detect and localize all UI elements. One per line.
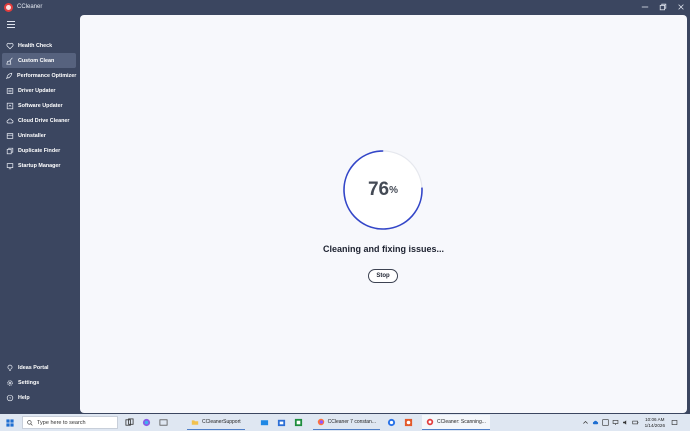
minimize-icon xyxy=(641,6,649,8)
startup-icon xyxy=(5,161,14,170)
network-icon[interactable] xyxy=(612,419,619,426)
software-updater-icon xyxy=(5,101,14,110)
taskbar-store-button[interactable] xyxy=(276,417,288,429)
sidebar-item-label: Startup Manager xyxy=(18,162,61,169)
sidebar-item-ideas-portal[interactable]: Ideas Portal xyxy=(2,360,76,375)
clock[interactable]: 10:06 AM 1/14/2026 xyxy=(645,417,665,429)
sidebar-item-help[interactable]: ? Help xyxy=(2,390,76,405)
minimize-button[interactable] xyxy=(636,0,654,14)
mail-icon xyxy=(261,420,269,426)
main-panel: 76 % Cleaning and fixing issues... Stop xyxy=(80,15,687,413)
maximize-button[interactable] xyxy=(654,0,672,14)
taskbar-spreadsheet-button[interactable] xyxy=(293,417,305,429)
sidebar-item-software-updater[interactable]: Software Updater xyxy=(2,98,76,113)
sidebar-item-startup-manager[interactable]: Startup Manager xyxy=(2,158,76,173)
clock-date: 1/14/2026 xyxy=(644,422,665,428)
taskbar-chrome-button[interactable] xyxy=(385,417,397,429)
sidebar-item-label: Performance Optimizer xyxy=(17,72,77,79)
sidebar-item-label: Software Updater xyxy=(18,102,63,109)
taskbar: Type here to search CCleanerSupport CCle… xyxy=(0,414,690,431)
taskbar-app-label: CCleaner: Scanning... xyxy=(437,419,486,425)
sidebar-item-cloud-drive-cleaner[interactable]: Cloud Drive Cleaner xyxy=(2,113,76,128)
taskbar-app-ccleaner-support[interactable]: CCleanerSupport xyxy=(187,415,245,430)
broom-icon xyxy=(5,56,14,65)
sidebar-item-label: Help xyxy=(18,394,30,401)
cloud-sync-icon[interactable] xyxy=(592,419,599,426)
copilot-button[interactable] xyxy=(140,417,152,429)
sidebar-bottom-nav: Ideas Portal Settings ? Help xyxy=(2,360,76,405)
app-window-icon xyxy=(158,419,168,426)
folder-icon xyxy=(191,420,199,425)
spreadsheet-icon xyxy=(295,418,303,427)
ccleaner-pinned-icon xyxy=(404,418,412,427)
progress-unit: % xyxy=(389,185,399,196)
status-text: Cleaning and fixing issues... xyxy=(322,244,445,254)
menu-icon[interactable] xyxy=(7,21,15,28)
window-controls xyxy=(636,0,690,14)
sidebar-item-settings[interactable]: Settings xyxy=(2,375,76,390)
sidebar-item-label: Health Check xyxy=(18,42,53,49)
progress-readout: 76 % xyxy=(342,149,424,231)
taskbar-mail-button[interactable] xyxy=(259,417,271,429)
title-bar: CCleaner xyxy=(0,0,690,14)
browser-icon xyxy=(387,418,395,427)
restore-icon xyxy=(659,3,667,11)
system-tray: 10:06 AM 1/14/2026 xyxy=(579,414,678,431)
taskbar-search[interactable]: Type here to search xyxy=(22,416,118,429)
sidebar-item-label: Cloud Drive Cleaner xyxy=(18,117,70,124)
sidebar-item-label: Duplicate Finder xyxy=(18,147,61,154)
taskbar-app-label: CCleaner 7 constan... xyxy=(327,419,376,425)
sidebar-item-label: Custom Clean xyxy=(18,57,55,64)
sidebar-item-uninstaller[interactable]: Uninstaller xyxy=(2,128,76,143)
sidebar-item-label: Driver Updater xyxy=(18,87,56,94)
store-icon xyxy=(278,419,286,427)
tray-app-icon[interactable] xyxy=(601,419,609,426)
duplicate-icon xyxy=(5,146,14,155)
taskbar-app-button[interactable] xyxy=(157,417,169,429)
windows-icon xyxy=(6,418,14,427)
sidebar-nav: Health Check Custom Clean Performance Op… xyxy=(2,38,76,173)
window-title: CCleaner xyxy=(17,4,43,10)
gear-icon xyxy=(5,378,14,387)
sidebar-item-duplicate-finder[interactable]: Duplicate Finder xyxy=(2,143,76,158)
lightbulb-icon xyxy=(5,363,14,372)
close-icon xyxy=(678,4,684,10)
taskbar-ccleaner-pinned-button[interactable] xyxy=(402,417,414,429)
notification-icon[interactable] xyxy=(671,419,678,426)
uninstaller-icon xyxy=(5,131,14,140)
svg-text:?: ? xyxy=(8,395,11,400)
sidebar-item-driver-updater[interactable]: Driver Updater xyxy=(2,83,76,98)
battery-icon[interactable] xyxy=(631,419,639,426)
progress-value: 76 xyxy=(367,179,390,200)
sidebar: Health Check Custom Clean Performance Op… xyxy=(0,14,80,414)
taskbar-app-label: CCleanerSupport xyxy=(202,419,241,425)
driver-icon xyxy=(5,86,14,95)
start-button[interactable] xyxy=(4,417,16,429)
sidebar-item-label: Settings xyxy=(18,379,40,386)
close-button[interactable] xyxy=(672,0,690,14)
cloud-icon xyxy=(5,116,14,125)
tray-chevron-icon[interactable] xyxy=(582,419,589,426)
task-view-icon xyxy=(124,418,134,426)
ccleaner-icon xyxy=(426,418,434,426)
sidebar-item-label: Uninstaller xyxy=(18,132,46,139)
help-icon: ? xyxy=(5,393,14,402)
volume-icon[interactable] xyxy=(622,419,629,426)
rocket-icon xyxy=(5,71,13,80)
copilot-icon xyxy=(142,418,150,427)
sidebar-item-custom-clean[interactable]: Custom Clean xyxy=(2,53,76,68)
ccleaner-logo-icon xyxy=(4,2,13,12)
heart-icon xyxy=(5,41,14,50)
sidebar-item-performance-optimizer[interactable]: Performance Optimizer xyxy=(2,68,76,83)
taskbar-app-firefox[interactable]: CCleaner 7 constan... xyxy=(312,415,380,430)
taskbar-app-ccleaner[interactable]: CCleaner: Scanning... xyxy=(422,415,490,430)
sidebar-item-health-check[interactable]: Health Check xyxy=(2,38,76,53)
search-placeholder: Type here to search xyxy=(37,419,86,426)
firefox-icon xyxy=(317,418,324,426)
sidebar-item-label: Ideas Portal xyxy=(18,364,49,371)
search-icon xyxy=(27,419,33,426)
task-view-button[interactable] xyxy=(123,417,135,429)
stop-button[interactable]: Stop xyxy=(368,269,398,283)
